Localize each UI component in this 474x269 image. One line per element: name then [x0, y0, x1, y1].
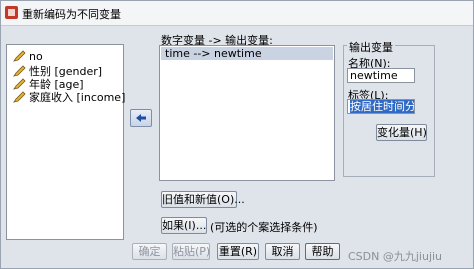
list-item[interactable]: no [13, 50, 43, 63]
list-item[interactable]: 年龄 [age] [13, 76, 84, 91]
cancel-button[interactable]: 取消 [265, 243, 300, 260]
help-button[interactable]: 帮助 [305, 243, 340, 260]
output-group-title: 输出变量 [347, 39, 395, 55]
if-button[interactable]: 如果(I)... [161, 217, 207, 234]
window-title: 重新编码为不同变量 [22, 8, 121, 21]
ok-button[interactable]: 确定 [132, 243, 167, 260]
variable-label: 家庭收入 [income] [29, 91, 126, 104]
arrow-left-icon [136, 114, 146, 122]
if-note: (可选的个案选择条件) [210, 221, 318, 234]
title-bar: 重新编码为不同变量 [1, 1, 473, 26]
variable-label: no [29, 50, 43, 63]
list-item[interactable]: 性别 [gender] [13, 63, 102, 78]
move-variable-button[interactable] [130, 109, 152, 127]
label-input[interactable]: 按居住时间分组 [347, 99, 415, 114]
app-icon [5, 6, 18, 19]
pencil-icon [13, 91, 26, 103]
pencil-icon [13, 50, 26, 62]
reset-button[interactable]: 重置(R) [217, 243, 259, 260]
label-input-text: 按居住时间分组 [350, 100, 414, 113]
source-variable-list[interactable]: no 性别 [gender] 年龄 [age] 家庭收入 [income] [6, 44, 126, 240]
change-button[interactable]: 变化量(H) [376, 124, 427, 141]
paste-button[interactable]: 粘贴(P) [172, 243, 210, 260]
mapping-row[interactable]: time --> newtime [161, 47, 333, 60]
recode-dialog: 重新编码为不同变量 no 性别 [gender] 年龄 [age] 家庭收入 [… [0, 0, 474, 269]
old-new-values-button[interactable]: 旧值和新值(O)... [161, 191, 245, 208]
watermark: CSDN @九九jiujiu [348, 250, 443, 263]
name-input[interactable]: newtime [347, 68, 415, 83]
mapping-list[interactable]: time --> newtime [159, 45, 335, 181]
list-item[interactable]: 家庭收入 [income] [13, 89, 126, 104]
